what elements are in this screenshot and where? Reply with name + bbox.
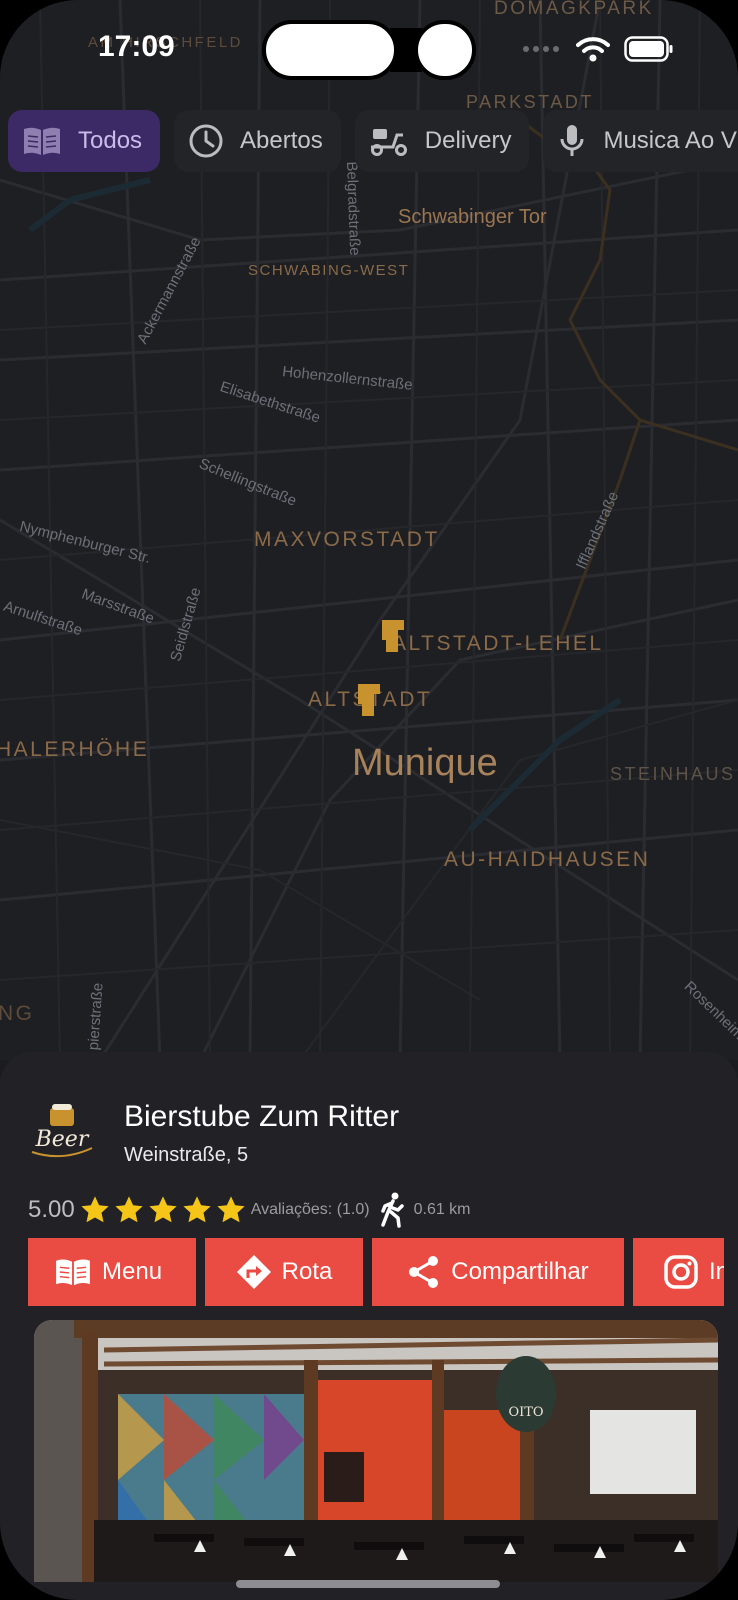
share-button-label: Compartilhar (451, 1258, 589, 1285)
map-label-maxvorstadt: MAXVORSTADT (254, 528, 440, 551)
place-name: Bierstube Zum Ritter (124, 1100, 400, 1133)
filter-chip-label: Musica Ao V (603, 127, 737, 154)
cellular-signal-icon (523, 46, 559, 52)
map-label-altstadt-lehel: ALTSTADT-LEHEL (392, 632, 604, 655)
filter-chip-musica-ao-vivo[interactable]: Musica Ao V (543, 110, 738, 172)
map-label-halerhoehe: HALERHÖHE (0, 738, 150, 761)
book-icon (56, 1259, 90, 1286)
walking-icon (380, 1192, 404, 1228)
place-bottom-sheet[interactable]: Beer Bierstube Zum Ritter Weinstraße, 5 … (0, 1052, 738, 1600)
map-label-schwabing-west: SCHWABING-WEST (248, 262, 410, 279)
instagram-icon (664, 1255, 698, 1289)
place-photo-image: OITO (34, 1320, 718, 1582)
battery-icon (624, 36, 673, 62)
rating-value: 5.00 (28, 1196, 75, 1223)
wifi-icon (576, 37, 610, 62)
book-icon (24, 127, 60, 155)
dynamic-island-camera (414, 20, 476, 80)
rating-stars (79, 1194, 247, 1226)
filter-chip-delivery[interactable]: Delivery (354, 110, 530, 172)
map-label-munique: Munique (352, 742, 498, 784)
star-icon (115, 1196, 143, 1223)
filter-chip-todos[interactable]: Todos (8, 110, 161, 172)
route-button-label: Rota (281, 1258, 333, 1285)
filter-chip-label: Abertos (240, 127, 323, 154)
place-logo-text: Beer (35, 1127, 90, 1152)
map-label-steinhausen: STEINHAUS (610, 764, 736, 784)
instagram-button[interactable]: In (633, 1238, 724, 1306)
map-label-domagkpark: DOMAGKPARK (494, 0, 654, 19)
star-icon (183, 1196, 211, 1223)
reviews-count: Avaliações: (1.0) (250, 1201, 370, 1218)
menu-button[interactable]: Menu (28, 1238, 196, 1306)
route-button[interactable]: Rota (205, 1238, 363, 1306)
place-photo[interactable]: OITO (34, 1320, 718, 1582)
action-buttons: Menu Rota Compartilhar In (28, 1238, 724, 1306)
map-label-schwabinger-tor: Schwabinger Tor (398, 206, 547, 228)
star-icon (149, 1196, 177, 1223)
star-icon (217, 1196, 245, 1223)
menu-button-label: Menu (102, 1258, 163, 1285)
map-label-belgradstrasse: Belgradstraße (342, 161, 364, 256)
scooter-icon (370, 129, 407, 156)
rating-row: 5.00 Avaliações: (1.0) 0.61 km (28, 1190, 471, 1230)
map-label-ng: NG (0, 1002, 35, 1025)
filter-chip-abertos[interactable]: Abertos (174, 110, 341, 172)
filter-chip-label: Delivery (424, 127, 512, 154)
status-time: 17:09 (98, 30, 175, 63)
distance-value: 0.61 km (413, 1201, 471, 1218)
filter-chips: Todos Abertos Delivery Musica Ao V (8, 110, 738, 172)
map-pin-icon[interactable] (356, 682, 382, 718)
directions-icon (236, 1255, 271, 1289)
map-pin-icon[interactable] (380, 618, 406, 654)
dynamic-island (262, 20, 398, 80)
clock-icon (189, 124, 223, 158)
share-button[interactable]: Compartilhar (372, 1238, 624, 1306)
microphone-icon (560, 125, 584, 156)
place-address: Weinstraße, 5 (124, 1144, 249, 1166)
photo-sign-text: OITO (508, 1405, 543, 1420)
map-label-au-haidhausen: AU-HAIDHAUSEN (444, 848, 651, 871)
star-icon (81, 1196, 109, 1223)
phone-screen: DOMAGKPARK AM HIRSCHFELD PARKSTADT Schwa… (0, 0, 738, 1600)
filter-chip-label: Todos (78, 127, 143, 154)
share-icon (409, 1256, 439, 1288)
place-logo: Beer (31, 1104, 93, 1158)
instagram-button-label: In (709, 1258, 724, 1285)
home-indicator (236, 1580, 500, 1588)
status-icons (522, 36, 674, 62)
